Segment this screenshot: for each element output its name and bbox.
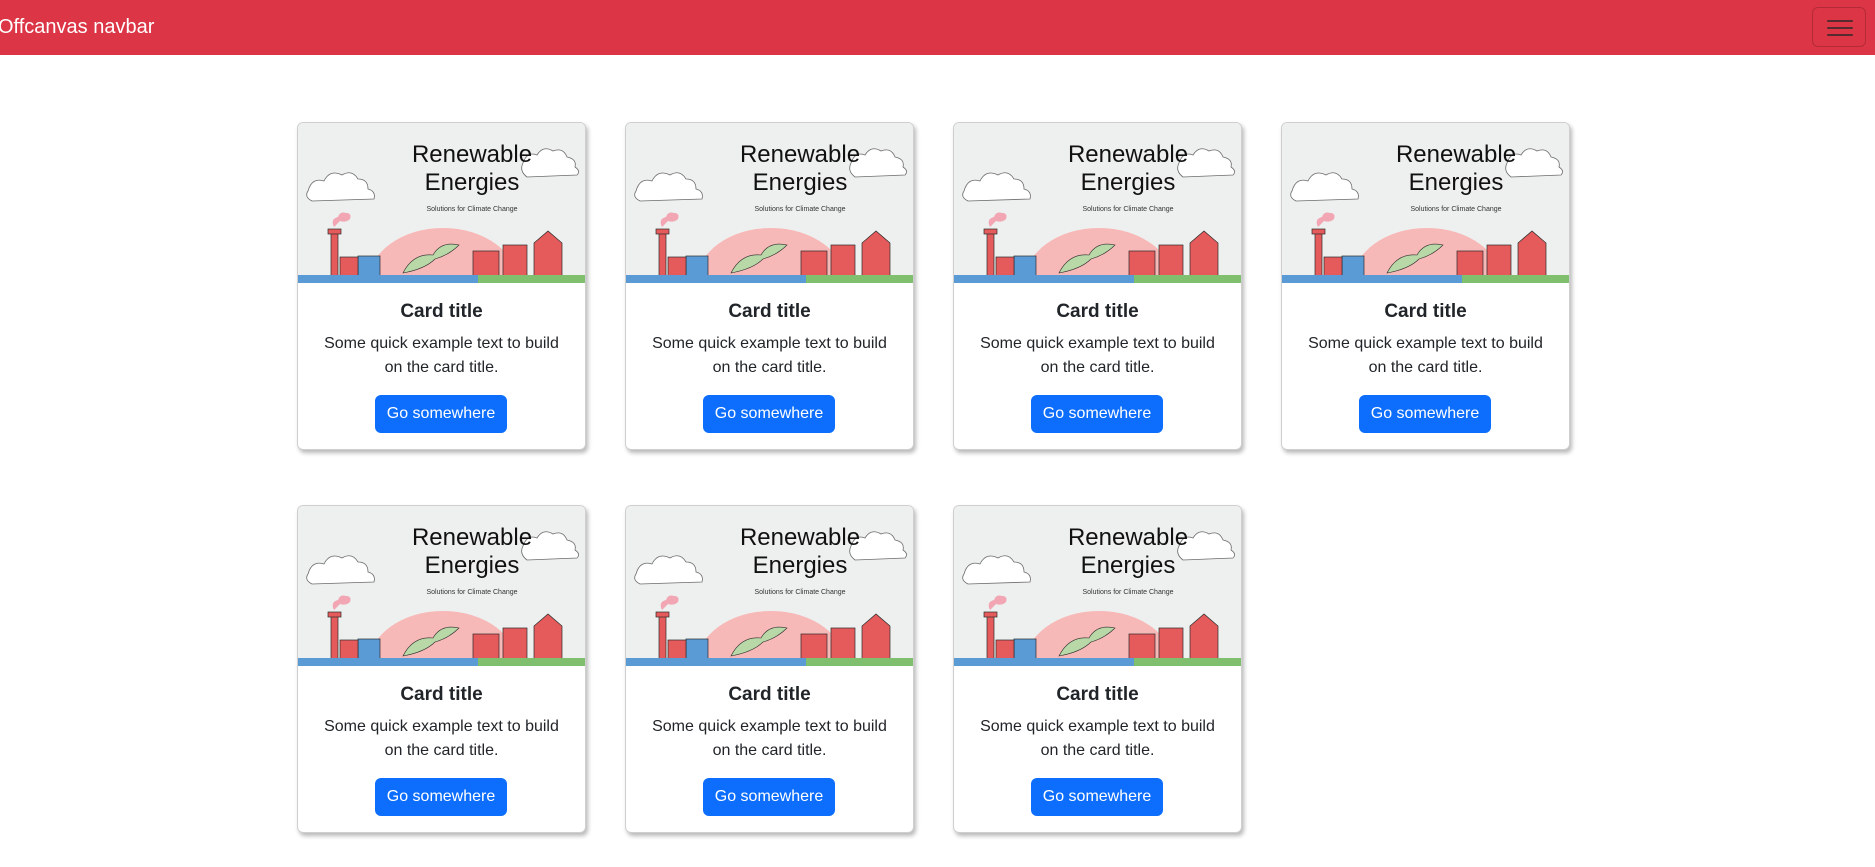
svg-text:Renewable: Renewable (1068, 524, 1188, 551)
card-image: Renewable Energies Solutions for Climate… (626, 506, 913, 666)
svg-text:Solutions for Climate Change: Solutions for Climate Change (1410, 206, 1501, 213)
svg-text:Energies: Energies (753, 169, 848, 196)
card: Renewable Energies Solutions for Climate… (953, 122, 1242, 450)
card: Renewable Energies Solutions for Climate… (297, 122, 586, 450)
card-title: Card title (400, 301, 483, 322)
svg-text:Renewable: Renewable (740, 141, 860, 168)
svg-text:Solutions for Climate Change: Solutions for Climate Change (1082, 206, 1173, 213)
go-somewhere-button[interactable]: Go somewhere (1359, 395, 1491, 433)
card-text: Some quick example text to build on the … (1308, 335, 1543, 376)
card-text: Some quick example text to build on the … (652, 335, 887, 376)
navbar-toggler-button[interactable] (1812, 7, 1866, 47)
card-title: Card title (1056, 684, 1139, 705)
svg-text:Renewable: Renewable (412, 141, 532, 168)
card-image: Renewable Energies Solutions for Climate… (1282, 123, 1569, 283)
svg-text:Solutions for Climate Change: Solutions for Climate Change (426, 589, 517, 596)
card-title: Card title (400, 684, 483, 705)
go-somewhere-button[interactable]: Go somewhere (703, 395, 835, 433)
card-image: Renewable Energies Solutions for Climate… (626, 123, 913, 283)
card: Renewable Energies Solutions for Climate… (953, 505, 1242, 833)
go-somewhere-button[interactable]: Go somewhere (1031, 778, 1163, 816)
svg-text:Solutions for Climate Change: Solutions for Climate Change (1082, 589, 1173, 596)
card: Renewable Energies Solutions for Climate… (297, 505, 586, 833)
card-image: Renewable Energies Solutions for Climate… (298, 506, 585, 666)
svg-text:Energies: Energies (425, 552, 520, 579)
go-somewhere-button[interactable]: Go somewhere (375, 395, 507, 433)
go-somewhere-button[interactable]: Go somewhere (375, 778, 507, 816)
svg-text:Energies: Energies (1081, 169, 1176, 196)
svg-text:Renewable: Renewable (412, 524, 532, 551)
svg-text:Renewable: Renewable (740, 524, 860, 551)
svg-text:Energies: Energies (1409, 169, 1504, 196)
card-image: Renewable Energies Solutions for Climate… (954, 123, 1241, 283)
navbar-brand[interactable]: Offcanvas navbar (0, 14, 154, 40)
card: Renewable Energies Solutions for Climate… (625, 122, 914, 450)
svg-text:Renewable: Renewable (1068, 141, 1188, 168)
svg-text:Energies: Energies (425, 169, 520, 196)
card-title: Card title (1384, 301, 1467, 322)
card-text: Some quick example text to build on the … (980, 718, 1215, 759)
card-text: Some quick example text to build on the … (324, 718, 559, 759)
card-title: Card title (1056, 301, 1139, 322)
card: Renewable Energies Solutions for Climate… (1281, 122, 1570, 450)
svg-text:Energies: Energies (1081, 552, 1176, 579)
card-image: Renewable Energies Solutions for Climate… (298, 123, 585, 283)
card: Renewable Energies Solutions for Climate… (625, 505, 914, 833)
svg-text:Energies: Energies (753, 552, 848, 579)
svg-text:Renewable: Renewable (1396, 141, 1516, 168)
card-image: Renewable Energies Solutions for Climate… (954, 506, 1241, 666)
card-text: Some quick example text to build on the … (324, 335, 559, 376)
go-somewhere-button[interactable]: Go somewhere (1031, 395, 1163, 433)
card-title: Card title (728, 301, 811, 322)
svg-text:Solutions for Climate Change: Solutions for Climate Change (426, 206, 517, 213)
navbar: Offcanvas navbar (0, 0, 1875, 55)
card-text: Some quick example text to build on the … (652, 718, 887, 759)
card-text: Some quick example text to build on the … (980, 335, 1215, 376)
svg-text:Solutions for Climate Change: Solutions for Climate Change (754, 589, 845, 596)
go-somewhere-button[interactable]: Go somewhere (703, 778, 835, 816)
svg-text:Solutions for Climate Change: Solutions for Climate Change (754, 206, 845, 213)
card-title: Card title (728, 684, 811, 705)
